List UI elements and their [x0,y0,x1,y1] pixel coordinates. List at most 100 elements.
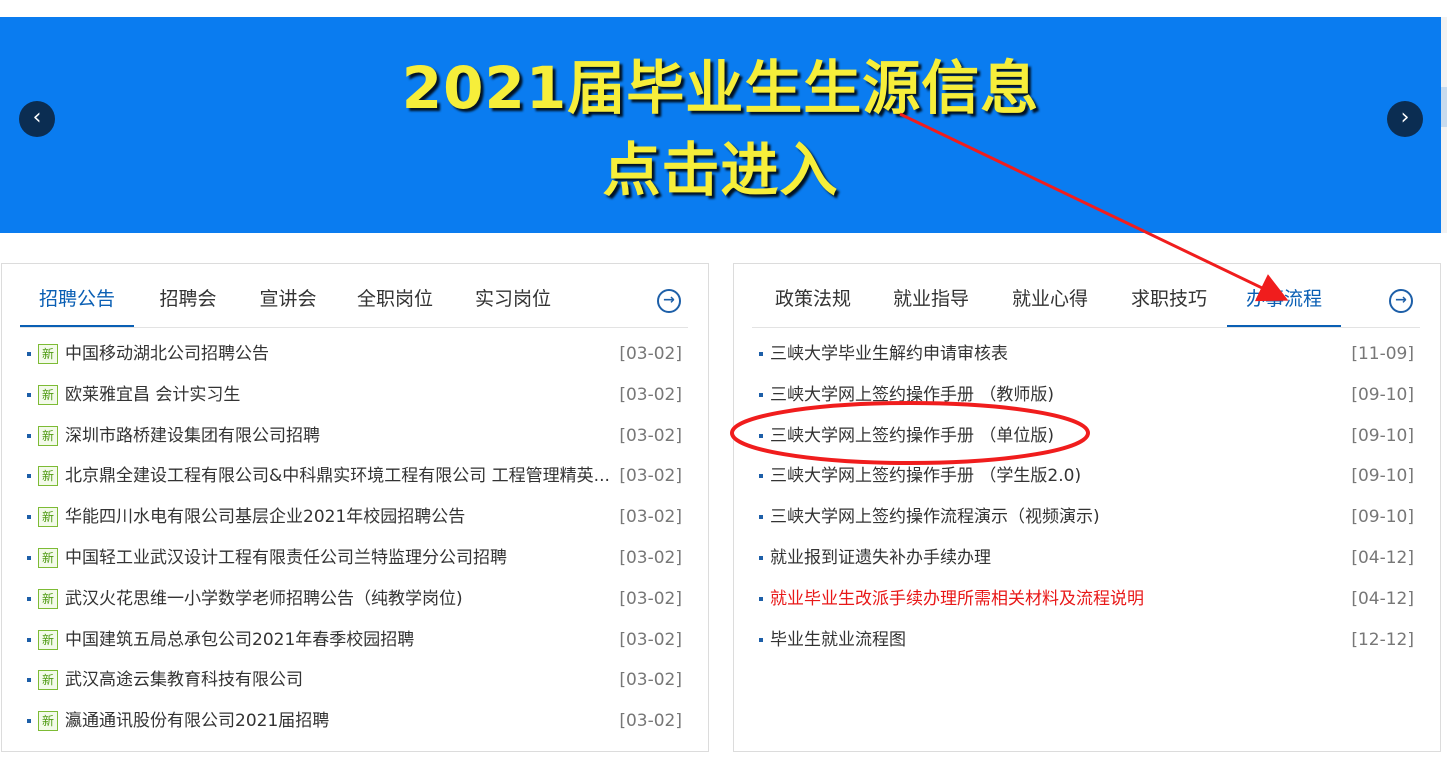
bullet-icon [27,637,31,642]
item-title[interactable]: 中国移动湖北公司招聘公告 [65,334,610,375]
recruitment-tabs: 招聘公告 招聘会 宣讲会 全职岗位 实习岗位 → [20,264,688,328]
banner-headline[interactable]: 2021届毕业生生源信息 [0,53,1441,123]
bullet-icon [759,474,763,479]
new-badge: 新 [38,588,58,609]
list-item[interactable]: 三峡大学网上签约操作手册 （单位版) [09-10] [752,416,1420,457]
bullet-icon [759,515,763,520]
list-item[interactable]: 三峡大学网上签约操作流程演示（视频演示) [09-10] [752,497,1420,538]
banner-subheadline[interactable]: 点击进入 [0,135,1441,205]
new-badge: 新 [38,547,58,568]
item-title[interactable]: 三峡大学网上签约操作手册 （教师版) [770,375,1330,416]
list-item[interactable]: 新深圳市路桥建设集团有限公司招聘 [03-02] [20,416,688,457]
item-title[interactable]: 深圳市路桥建设集团有限公司招聘 [65,416,610,457]
list-item[interactable]: 新欧莱雅宜昌 会计实习生 [03-02] [20,375,688,416]
item-date: [03-02] [619,547,682,568]
banner-carousel[interactable]: 2021届毕业生生源信息 点击进入 ‹ › [0,17,1441,233]
bullet-icon [27,433,31,438]
list-item[interactable]: 新华能四川水电有限公司基层企业2021年校园招聘公告 [03-02] [20,497,688,538]
item-date: [03-02] [619,588,682,609]
bullet-icon [759,392,763,397]
new-badge: 新 [38,507,58,528]
item-title[interactable]: 三峡大学网上签约操作流程演示（视频演示) [770,497,1330,538]
list-item[interactable]: 新中国移动湖北公司招聘公告 [03-02] [20,334,688,375]
item-title[interactable]: 北京鼎全建设工程有限公司&中科鼎实环境工程有限公司 工程管理精英... [65,456,610,497]
carousel-next-button[interactable]: › [1387,101,1423,137]
more-arrow-icon[interactable]: → [657,289,681,313]
more-arrow-icon[interactable]: → [1389,289,1413,313]
list-item[interactable]: 新瀛通通讯股份有限公司2021届招聘 [03-02] [20,701,688,742]
list-item[interactable]: 新北京鼎全建设工程有限公司&中科鼎实环境工程有限公司 工程管理精英... [03-… [20,456,688,497]
item-title[interactable]: 就业毕业生改派手续办理所需相关材料及流程说明 [770,579,1330,620]
recruitment-list: 新中国移动湖北公司招聘公告 [03-02] 新欧莱雅宜昌 会计实习生 [03-02]… [20,334,688,742]
tab-job-fair[interactable]: 招聘会 [145,264,231,328]
list-item[interactable]: 新中国建筑五局总承包公司2021年春季校园招聘 [03-02] [20,620,688,661]
chevron-left-icon: ‹ [32,105,42,130]
bullet-icon [27,515,31,520]
bullet-icon [27,719,31,724]
new-badge: 新 [38,344,58,364]
item-date: [04-12] [1351,547,1414,568]
item-date: [09-10] [1351,384,1414,405]
item-date: [09-10] [1351,425,1414,446]
recruitment-panel: 招聘公告 招聘会 宣讲会 全职岗位 实习岗位 → 新中国移动湖北公司招聘公告 [0… [1,263,709,752]
item-title[interactable]: 三峡大学毕业生解约申请审核表 [770,334,1330,375]
item-date: [09-10] [1351,507,1414,528]
item-date: [03-02] [619,711,682,732]
item-title[interactable]: 华能四川水电有限公司基层企业2021年校园招聘公告 [65,497,610,538]
new-badge: 新 [38,670,58,691]
item-title[interactable]: 瀛通通讯股份有限公司2021届招聘 [65,701,610,742]
item-date: [03-02] [619,425,682,446]
tab-internship-jobs[interactable]: 实习岗位 [468,264,558,328]
item-title[interactable]: 就业报到证遗失补办手续办理 [770,538,1330,579]
list-item[interactable]: 就业报到证遗失补办手续办理 [04-12] [752,538,1420,579]
new-badge: 新 [38,425,58,446]
bullet-icon [27,596,31,601]
list-item[interactable]: 新武汉火花思维一小学数学老师招聘公告（纯教学岗位) [03-02] [20,579,688,620]
bullet-icon [759,352,763,356]
item-title[interactable]: 欧莱雅宜昌 会计实习生 [65,375,610,416]
bullet-icon [759,555,763,560]
tab-career-guidance[interactable]: 就业指导 [888,264,974,328]
item-title[interactable]: 毕业生就业流程图 [770,620,1330,661]
bullet-icon [27,392,31,397]
item-date: [03-02] [619,507,682,528]
item-title[interactable]: 武汉高途云集教育科技有限公司 [65,660,610,701]
item-title[interactable]: 中国轻工业武汉设计工程有限责任公司兰特监理分公司招聘 [65,538,610,579]
page-scroll-edge [1441,17,1447,233]
new-badge: 新 [38,711,58,732]
bullet-icon [27,678,31,683]
item-date: [03-02] [619,384,682,405]
list-item[interactable]: 三峡大学网上签约操作手册 （学生版2.0) [09-10] [752,456,1420,497]
item-title[interactable]: 三峡大学网上签约操作手册 （学生版2.0) [770,456,1330,497]
item-title[interactable]: 中国建筑五局总承包公司2021年春季校园招聘 [65,620,610,661]
item-date: [11-09] [1351,344,1414,364]
list-item[interactable]: 三峡大学毕业生解约申请审核表 [11-09] [752,334,1420,375]
list-item[interactable]: 新中国轻工业武汉设计工程有限责任公司兰特监理分公司招聘 [03-02] [20,538,688,579]
new-badge: 新 [38,629,58,650]
tab-experience[interactable]: 就业心得 [1007,264,1093,328]
tab-presentation[interactable]: 宣讲会 [245,264,331,328]
item-title[interactable]: 武汉火花思维一小学数学老师招聘公告（纯教学岗位) [65,579,610,620]
tab-fulltime-jobs[interactable]: 全职岗位 [350,264,440,328]
list-item[interactable]: 毕业生就业流程图 [12-12] [752,620,1420,661]
item-title[interactable]: 三峡大学网上签约操作手册 （单位版) [770,416,1330,457]
list-item[interactable]: 就业毕业生改派手续办理所需相关材料及流程说明 [04-12] [752,579,1420,620]
guidance-tabs: 政策法规 就业指导 就业心得 求职技巧 办事流程 → [752,264,1420,328]
list-item[interactable]: 三峡大学网上签约操作手册 （教师版) [09-10] [752,375,1420,416]
item-date: [03-02] [619,466,682,487]
chevron-right-icon: › [1400,105,1410,130]
list-item[interactable]: 新武汉高途云集教育科技有限公司 [03-02] [20,660,688,701]
bullet-icon [759,433,763,438]
carousel-prev-button[interactable]: ‹ [19,101,55,137]
item-date: [03-02] [619,670,682,691]
tab-job-tips[interactable]: 求职技巧 [1126,264,1212,328]
guidance-panel: 政策法规 就业指导 就业心得 求职技巧 办事流程 → 三峡大学毕业生解约申请审核… [733,263,1441,752]
item-date: [03-02] [619,344,682,364]
tab-recruitment-notice[interactable]: 招聘公告 [20,264,134,327]
bullet-icon [27,474,31,479]
bullet-icon [27,555,31,560]
item-date: [09-10] [1351,466,1414,487]
item-date: [04-12] [1351,588,1414,609]
tab-policies[interactable]: 政策法规 [770,264,856,328]
tab-procedures[interactable]: 办事流程 [1227,264,1341,327]
